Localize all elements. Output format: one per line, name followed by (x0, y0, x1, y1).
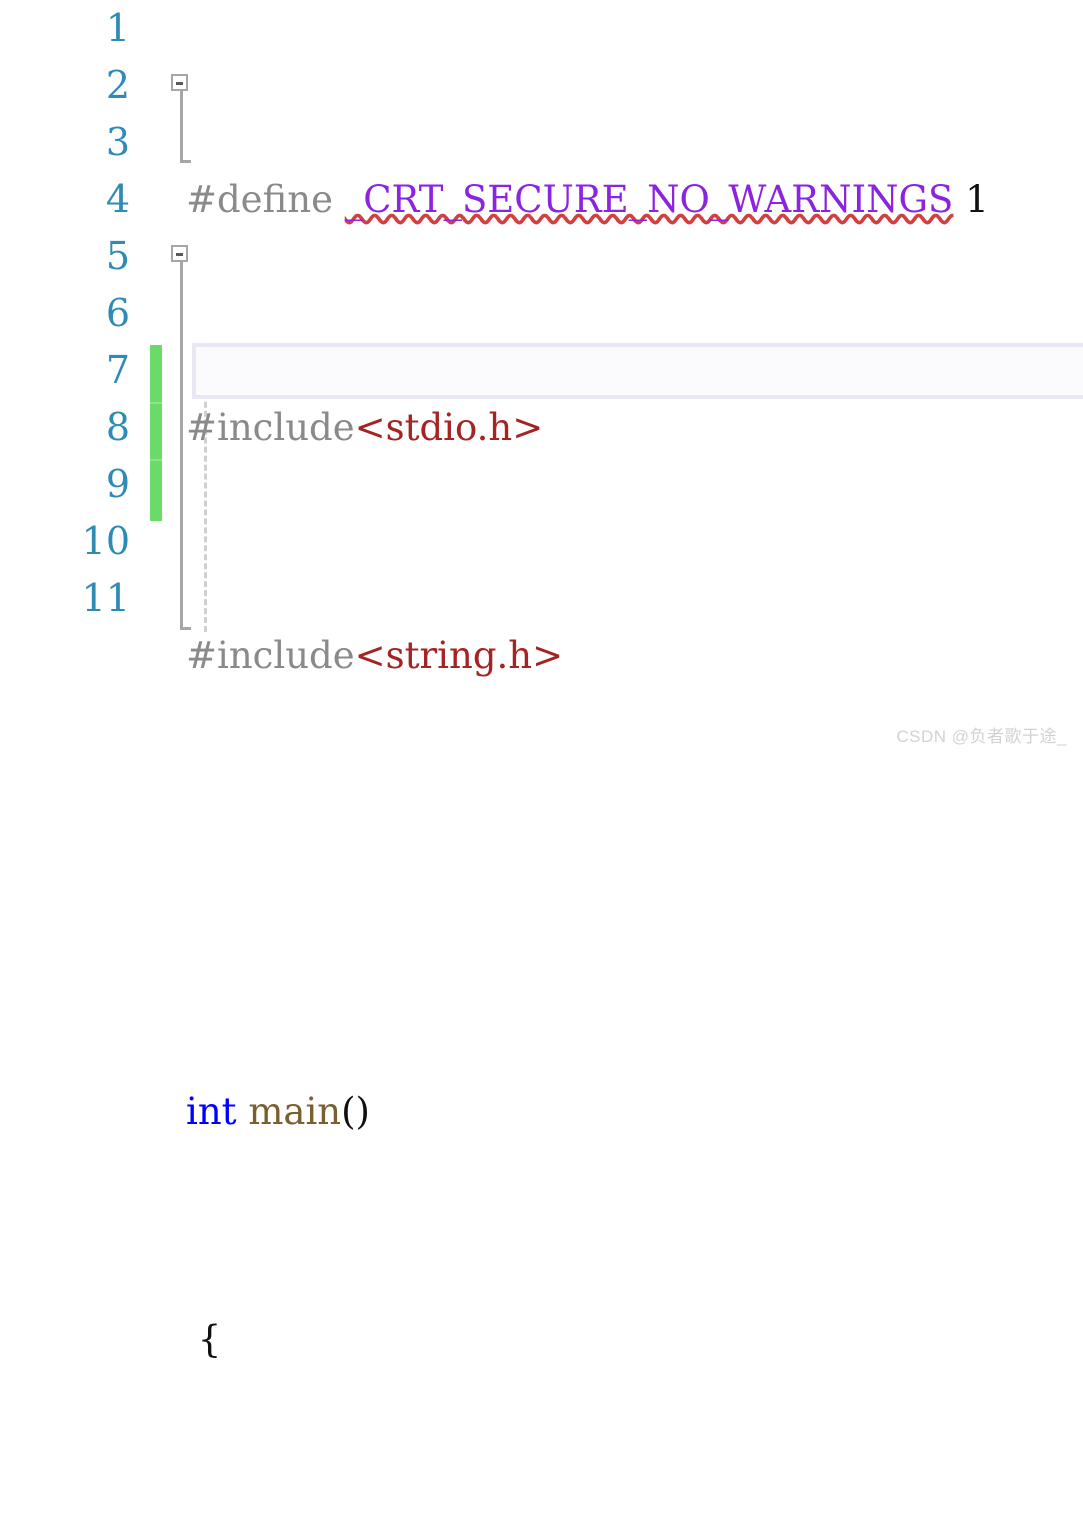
csdn-watermark: CSDN @负者歌于途_ (896, 727, 1067, 746)
code-line-1[interactable]: #define _CRT_SECURE_NO_WARNINGS 1 (186, 171, 1083, 228)
line-number-9: 9 (105, 462, 130, 506)
code-editor-surface[interactable]: 1 2 3 4 5 6 7 8 9 10 11 #define _CRT_SEC… (0, 0, 1083, 1361)
code-line-6[interactable]: { (186, 1311, 1083, 1368)
token-include-directive: #include (186, 406, 355, 449)
line-number-4: 4 (105, 177, 130, 221)
line-number-5: 5 (105, 234, 130, 278)
line-number-10: 10 (81, 519, 130, 563)
token-keyword-int: int (186, 1090, 237, 1133)
line-number-7: 7 (105, 348, 130, 392)
token-define-directive: #define (186, 178, 345, 221)
line-number-11: 11 (81, 576, 130, 620)
token-open-brace: { (186, 1318, 222, 1361)
code-line-2[interactable]: #include<stdio.h> (186, 399, 1083, 456)
token-header-string: <string.h> (354, 634, 564, 677)
line-number-gutter: 1 2 3 4 5 6 7 8 9 10 11 (0, 0, 130, 757)
line-number-3: 3 (105, 120, 130, 164)
code-line-5[interactable]: int main() (186, 1083, 1083, 1140)
line-number-2: 2 (105, 63, 130, 107)
token-parens: () (341, 1090, 370, 1133)
line-number-8: 8 (105, 405, 130, 449)
fold-region-line-main (180, 262, 183, 630)
token-macro-name: _CRT_SECURE_NO_WARNINGS (344, 178, 954, 221)
token-macro-value: 1 (965, 178, 989, 221)
code-text-area[interactable]: #define _CRT_SECURE_NO_WARNINGS 1 #inclu… (186, 0, 1083, 1514)
token-header-stdio: <stdio.h> (354, 406, 544, 449)
fold-region-line-includes (180, 91, 183, 163)
token-function-main: main (248, 1090, 342, 1133)
token-include-directive: #include (186, 634, 355, 677)
unsaved-change-indicator (150, 345, 162, 521)
code-line-4[interactable] (186, 855, 1083, 912)
code-line-3[interactable]: #include<string.h> (186, 627, 1083, 684)
line-number-6: 6 (105, 291, 130, 335)
line-number-1: 1 (105, 6, 130, 50)
